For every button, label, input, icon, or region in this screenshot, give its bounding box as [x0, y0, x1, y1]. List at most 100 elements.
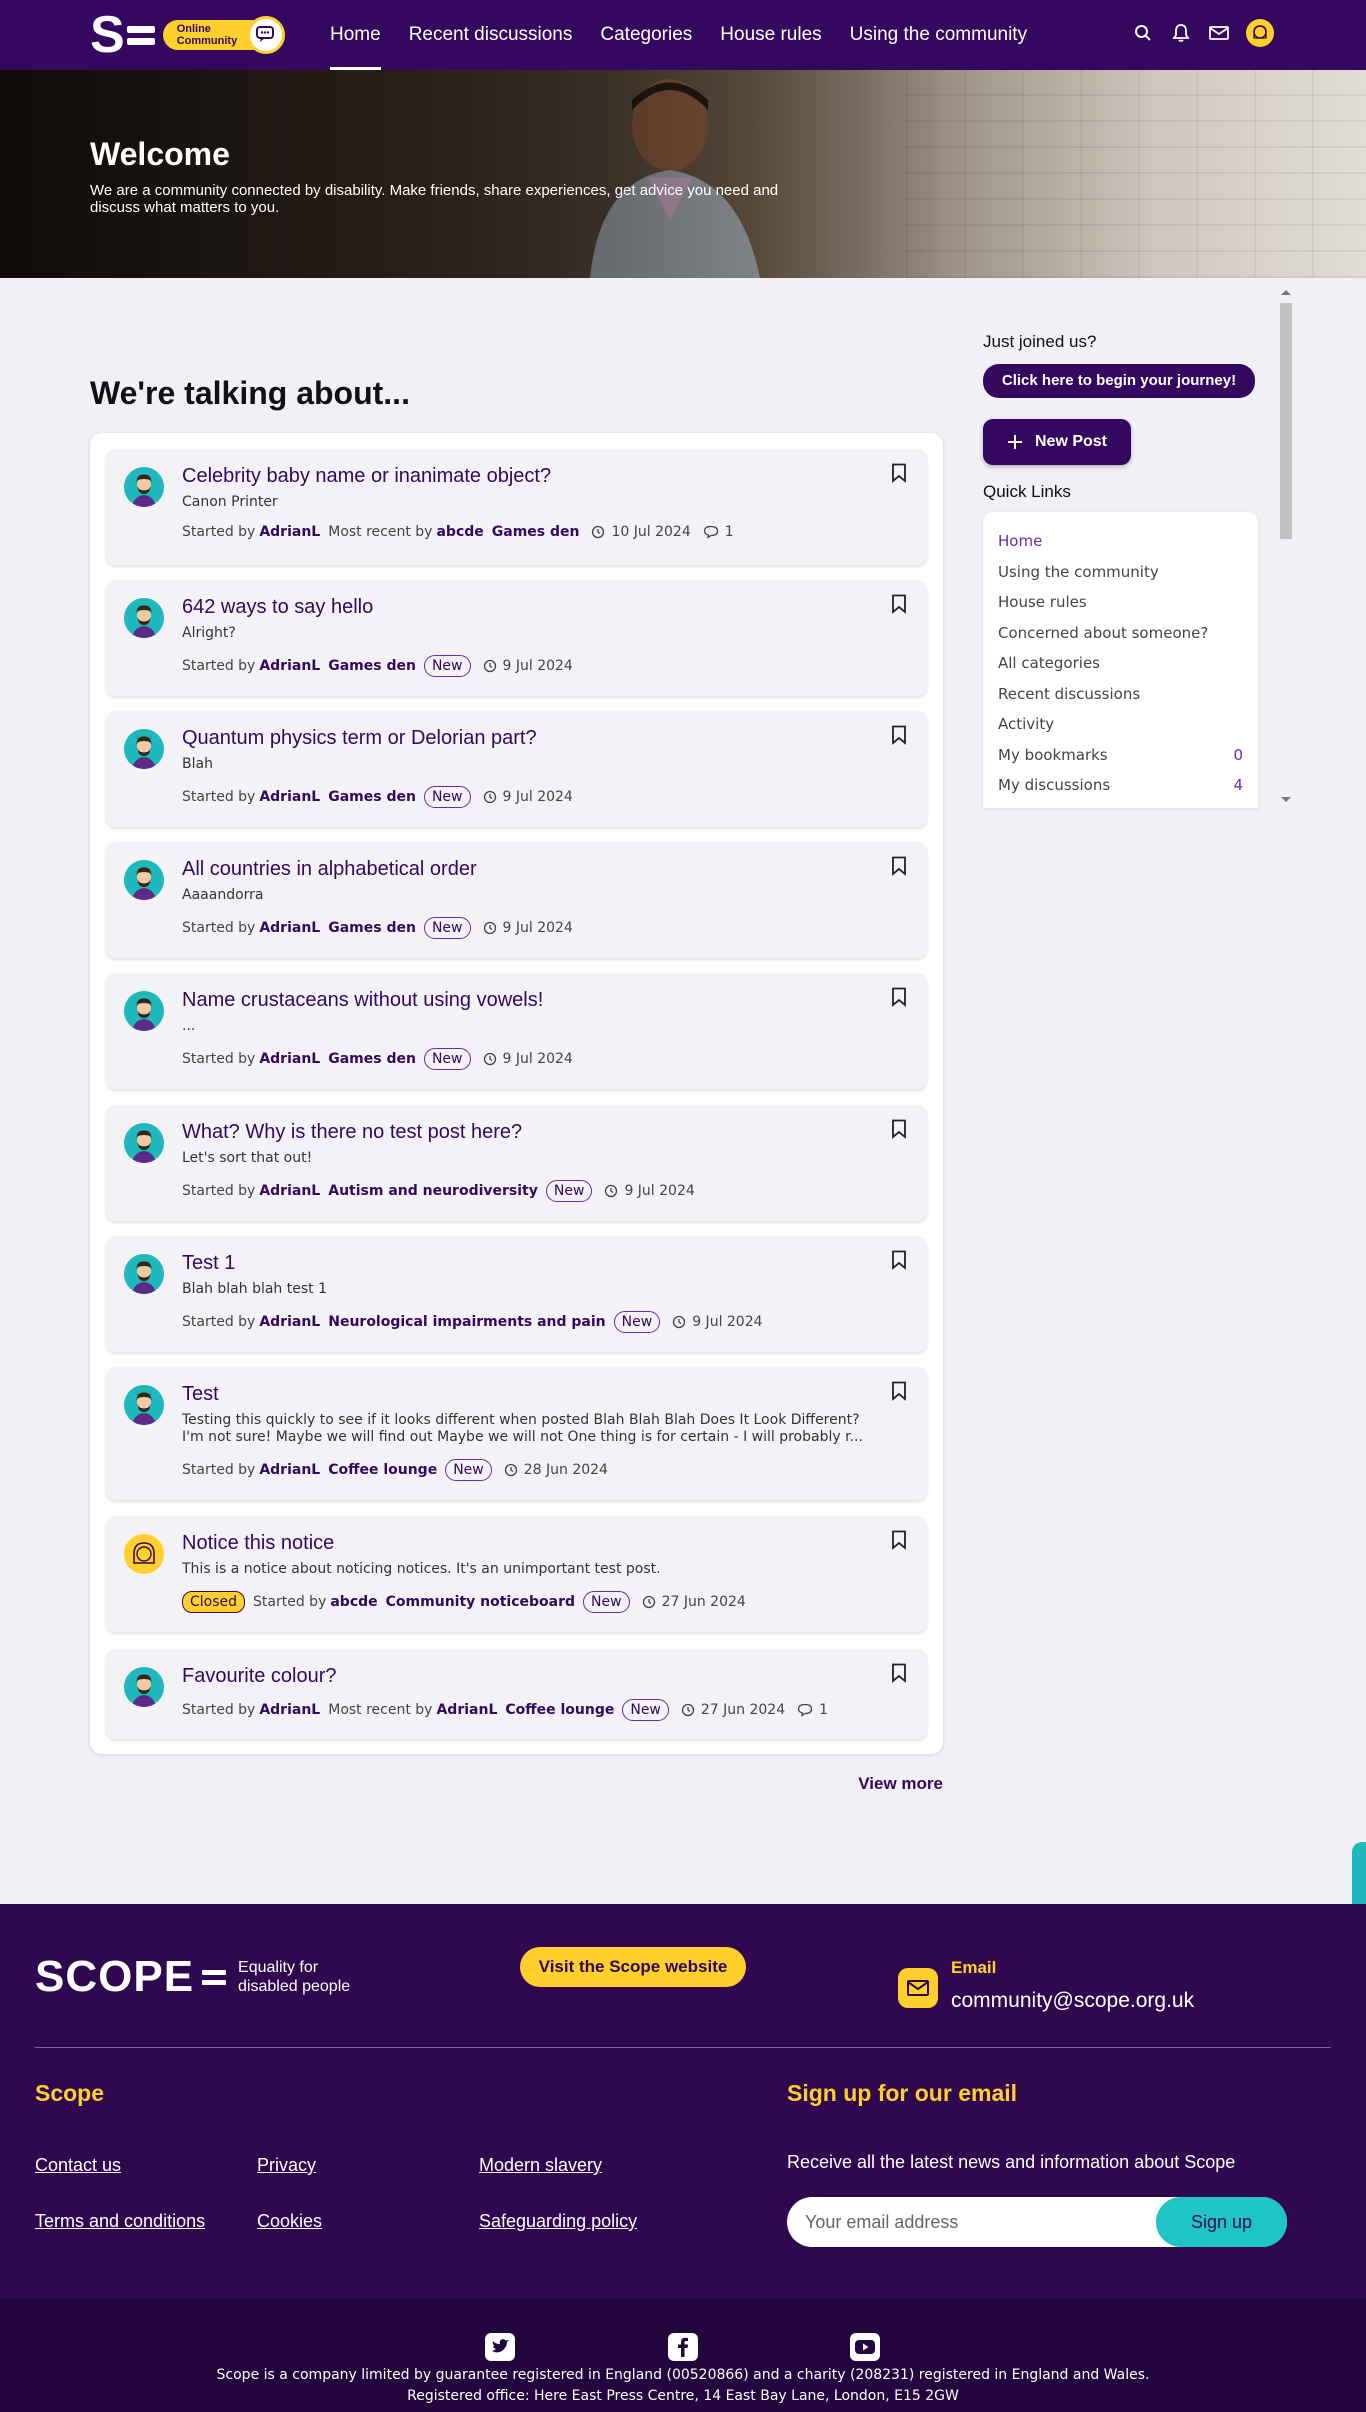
bookmark-icon[interactable]	[891, 987, 907, 1007]
youtube-icon[interactable]	[849, 2332, 881, 2362]
author-avatar[interactable]	[124, 467, 164, 507]
discussion-card[interactable]: Name crustaceans without using vowels!..…	[106, 973, 927, 1089]
author-avatar[interactable]	[124, 1385, 164, 1425]
bookmark-icon[interactable]	[891, 463, 907, 483]
quick-link-item[interactable]: Recent discussions	[998, 685, 1243, 703]
quick-link-item[interactable]: All categories	[998, 654, 1243, 672]
most-recent-author-link[interactable]: AdrianL	[436, 1702, 497, 1718]
category-link[interactable]: Games den	[328, 1051, 416, 1067]
footer-link-modern-slavery[interactable]: Modern slavery	[479, 2155, 602, 2176]
quick-link-item[interactable]: My bookmarks 0	[998, 746, 1243, 764]
category-link[interactable]: Community noticeboard	[386, 1594, 575, 1610]
scroll-down-arrow-icon[interactable]	[1281, 797, 1291, 802]
nav-house-rules[interactable]: House rules	[720, 0, 821, 70]
nav-categories[interactable]: Categories	[600, 0, 692, 70]
quick-link-item[interactable]: Concerned about someone?	[998, 624, 1243, 642]
author-link[interactable]: abcde	[330, 1594, 377, 1610]
footer-link-terms[interactable]: Terms and conditions	[35, 2211, 205, 2232]
footer-link-cookies[interactable]: Cookies	[257, 2211, 322, 2232]
discussion-card[interactable]: Favourite colour? Started by AdrianL Most r…	[106, 1649, 927, 1739]
bookmark-icon[interactable]	[891, 1250, 907, 1270]
discussion-card[interactable]: Quantum physics term or Delorian part? Bl…	[106, 711, 927, 827]
discussion-card[interactable]: All countries in alphabetical order Aaaan…	[106, 842, 927, 958]
facebook-icon[interactable]	[667, 2332, 699, 2362]
bookmark-icon[interactable]	[891, 1663, 907, 1683]
category-link[interactable]: Autism and neurodiversity	[328, 1183, 538, 1199]
discussion-card[interactable]: What? Why is there no test post here? Let…	[106, 1105, 927, 1221]
footer-link-privacy[interactable]: Privacy	[257, 2155, 316, 2176]
discussion-title[interactable]: Quantum physics term or Delorian part?	[182, 727, 537, 750]
scope-footer-logo[interactable]: SCOPE Equality for disabled people	[35, 1952, 350, 2002]
nav-home[interactable]: Home	[330, 0, 381, 70]
bell-icon[interactable]	[1170, 22, 1192, 44]
twitter-icon[interactable]	[484, 2332, 516, 2362]
nav-using-the-community[interactable]: Using the community	[850, 0, 1027, 70]
discussion-card[interactable]: Test 1 Blah blah blah test 1 Started by Adr…	[106, 1236, 927, 1352]
visit-scope-website-button[interactable]: Visit the Scope website	[520, 1947, 746, 1987]
author-link[interactable]: AdrianL	[259, 1051, 320, 1067]
footer-email-link[interactable]: community@scope.org.uk	[951, 1989, 1194, 2013]
discussion-title[interactable]: All countries in alphabetical order	[182, 858, 477, 881]
footer-link-safeguarding[interactable]: Safeguarding policy	[479, 2211, 637, 2232]
author-avatar[interactable]	[124, 1667, 164, 1707]
discussion-title[interactable]: Test	[182, 1383, 219, 1406]
category-link[interactable]: Games den	[328, 658, 416, 674]
bookmark-icon[interactable]	[891, 594, 907, 614]
author-avatar[interactable]	[124, 860, 164, 900]
discussion-title[interactable]: Favourite colour?	[182, 1665, 337, 1688]
bookmark-icon[interactable]	[891, 1530, 907, 1550]
bookmark-icon[interactable]	[891, 725, 907, 745]
author-link[interactable]: AdrianL	[259, 1702, 320, 1718]
author-link[interactable]: AdrianL	[259, 1314, 320, 1330]
discussion-title[interactable]: Test 1	[182, 1252, 235, 1275]
quick-link-item[interactable]: My discussions 4	[998, 776, 1243, 794]
sidebar-scrollbar-thumb[interactable]	[1280, 303, 1292, 539]
author-avatar[interactable]	[124, 598, 164, 638]
nav-recent-discussions[interactable]: Recent discussions	[409, 0, 573, 70]
sign-up-button[interactable]: Sign up	[1156, 2197, 1287, 2247]
discussion-card[interactable]: Celebrity baby name or inanimate object?…	[106, 449, 927, 565]
view-more-link[interactable]: View more	[858, 1774, 943, 1794]
category-link[interactable]: Games den	[492, 524, 580, 540]
discussion-title[interactable]: Notice this notice	[182, 1532, 334, 1555]
discussion-card[interactable]: Test Testing this quickly to see if it lo…	[106, 1367, 927, 1500]
category-link[interactable]: Coffee lounge	[328, 1462, 437, 1478]
quick-link-item[interactable]: Activity	[998, 715, 1243, 733]
author-link[interactable]: AdrianL	[259, 1462, 320, 1478]
scroll-up-arrow-icon[interactable]	[1281, 290, 1291, 295]
discussion-title[interactable]: Celebrity baby name or inanimate object?	[182, 465, 551, 488]
bookmark-icon[interactable]	[891, 1381, 907, 1401]
most-recent-author-link[interactable]: abcde	[436, 524, 483, 540]
discussion-title[interactable]: Name crustaceans without using vowels!	[182, 989, 543, 1012]
begin-journey-button[interactable]: Click here to begin your journey!	[983, 364, 1255, 398]
author-avatar[interactable]	[124, 991, 164, 1031]
footer-link-contact-us[interactable]: Contact us	[35, 2155, 121, 2176]
category-link[interactable]: Neurological impairments and pain	[328, 1314, 605, 1330]
author-link[interactable]: AdrianL	[259, 524, 320, 540]
author-link[interactable]: AdrianL	[259, 920, 320, 936]
category-link[interactable]: Games den	[328, 789, 416, 805]
mail-icon[interactable]	[1208, 22, 1230, 44]
author-link[interactable]: AdrianL	[259, 789, 320, 805]
bookmark-icon[interactable]	[891, 856, 907, 876]
scope-online-community-logo[interactable]: S Online Community	[90, 9, 286, 61]
author-link[interactable]: AdrianL	[259, 658, 320, 674]
quick-link-item[interactable]: Home	[998, 532, 1243, 550]
bookmark-icon[interactable]	[891, 1119, 907, 1139]
quick-link-item[interactable]: Using the community	[998, 563, 1243, 581]
discussion-title[interactable]: 642 ways to say hello	[182, 596, 373, 619]
author-avatar[interactable]	[124, 1123, 164, 1163]
author-link[interactable]: AdrianL	[259, 1183, 320, 1199]
author-avatar[interactable]	[124, 1254, 164, 1294]
discussion-title[interactable]: What? Why is there no test post here?	[182, 1121, 522, 1144]
category-link[interactable]: Coffee lounge	[505, 1702, 614, 1718]
author-avatar[interactable]	[124, 729, 164, 769]
discussion-card[interactable]: Notice this notice This is a notice about…	[106, 1516, 927, 1632]
user-avatar-icon[interactable]	[1246, 19, 1274, 47]
author-avatar[interactable]	[124, 1534, 164, 1574]
search-icon[interactable]	[1132, 22, 1154, 44]
quick-link-item[interactable]: House rules	[998, 593, 1243, 611]
discussion-card[interactable]: 642 ways to say hello Alright? Started by A…	[106, 580, 927, 696]
category-link[interactable]: Games den	[328, 920, 416, 936]
new-post-button[interactable]: New Post	[983, 419, 1131, 465]
